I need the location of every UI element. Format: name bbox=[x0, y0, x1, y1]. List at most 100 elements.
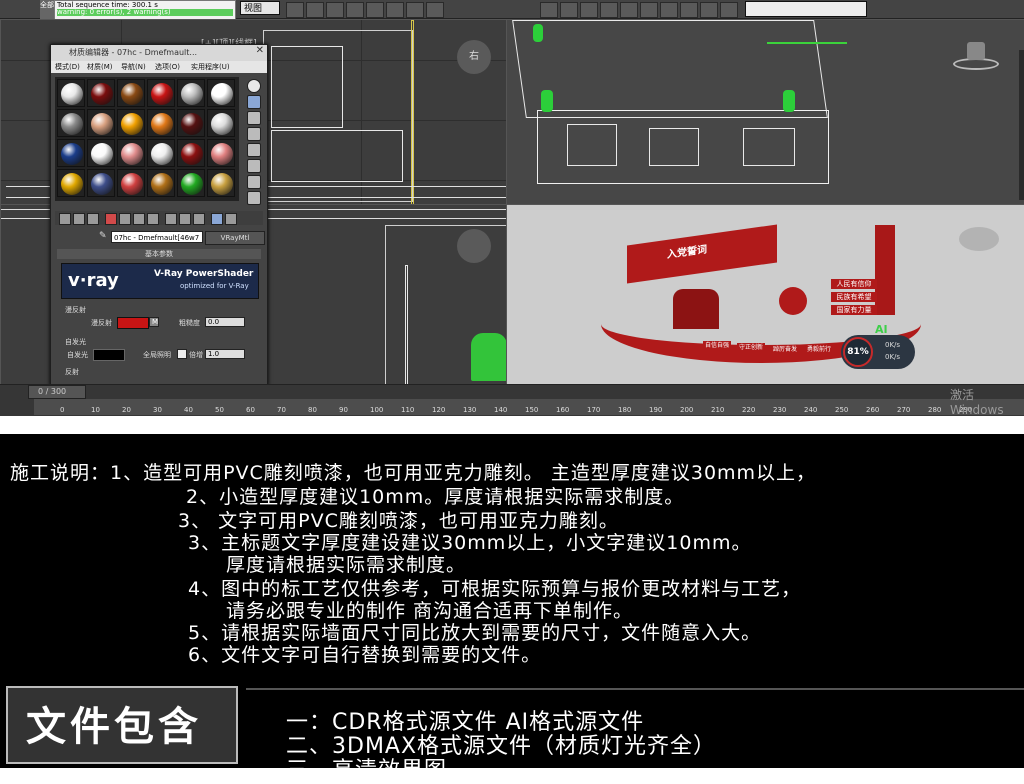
eyedropper-icon[interactable]: ✎ bbox=[99, 231, 109, 243]
menu-options[interactable]: 选项(O) bbox=[155, 62, 180, 72]
copy-icon[interactable] bbox=[119, 213, 131, 225]
roughness-input[interactable]: 0.0 bbox=[205, 317, 245, 327]
material-slot[interactable] bbox=[177, 169, 205, 197]
viewcube-front[interactable] bbox=[457, 229, 491, 263]
reference-coord-select[interactable]: 视图 bbox=[240, 1, 280, 15]
preview-icon[interactable] bbox=[247, 159, 261, 173]
roughness-label: 粗糙度 bbox=[179, 319, 200, 327]
material-slot[interactable] bbox=[87, 109, 115, 137]
viewcube-render[interactable] bbox=[959, 227, 999, 251]
viewcube-perspective[interactable] bbox=[953, 40, 999, 72]
material-slot[interactable] bbox=[57, 109, 85, 137]
net-speed-widget[interactable]: 81% 0K/s 0K/s bbox=[841, 335, 915, 369]
material-slot[interactable] bbox=[57, 79, 85, 107]
options-icon[interactable] bbox=[247, 175, 261, 189]
material-sphere bbox=[121, 113, 143, 135]
move-icon[interactable] bbox=[306, 2, 324, 18]
schematic-icon[interactable] bbox=[620, 2, 638, 18]
material-editor-title[interactable]: 材质编辑器 - 07hc - Dmefmault... bbox=[51, 45, 267, 61]
material-slot[interactable] bbox=[147, 79, 175, 107]
select-by-material-icon[interactable] bbox=[247, 191, 261, 205]
viewport-render[interactable]: 入党誓词 人民有信仰 民族有希望 国家有力量 自信自强 守正创新 踔厉奋发 勇毅… bbox=[506, 204, 1024, 386]
bind-icon[interactable] bbox=[386, 2, 404, 18]
pill-4: 勇毅前行 bbox=[805, 345, 833, 355]
material-slot[interactable] bbox=[207, 79, 235, 107]
material-slot[interactable] bbox=[147, 139, 175, 167]
material-slot[interactable] bbox=[117, 139, 145, 167]
uv-tiling-icon[interactable] bbox=[247, 127, 261, 141]
graph-icon[interactable] bbox=[600, 2, 618, 18]
material-slot[interactable] bbox=[147, 169, 175, 197]
material-name-field[interactable]: 07hc - Dmefmault[46w7 bbox=[111, 231, 203, 243]
backlight-icon[interactable] bbox=[247, 95, 261, 109]
material-slot[interactable] bbox=[177, 109, 205, 137]
self-illum-color-swatch[interactable] bbox=[93, 349, 125, 361]
time-slider-bar: 0 / 300 0 10 20 30 40 50 60 70 80 90 100 110 120 130 1… bbox=[0, 384, 1024, 416]
bind-icon-2[interactable] bbox=[406, 2, 424, 18]
material-slot[interactable] bbox=[87, 79, 115, 107]
diffuse-color-swatch[interactable] bbox=[117, 317, 149, 329]
render-setup-icon[interactable] bbox=[660, 2, 678, 18]
video-check-icon[interactable] bbox=[247, 143, 261, 157]
close-icon[interactable]: ✕ bbox=[256, 45, 264, 56]
material-slot[interactable] bbox=[207, 139, 235, 167]
get-material-icon[interactable] bbox=[59, 213, 71, 225]
material-slot[interactable] bbox=[117, 109, 145, 137]
gi-checkbox[interactable] bbox=[177, 349, 187, 359]
library-icon[interactable] bbox=[147, 213, 159, 225]
material-type-button[interactable]: VRayMtl bbox=[205, 231, 265, 245]
material-editor-window[interactable]: 材质编辑器 - 07hc - Dmefmault... ✕ 模式(D) 材质(M… bbox=[50, 44, 268, 386]
material-slot[interactable] bbox=[57, 139, 85, 167]
basic-params-rollout[interactable]: 基本参数 bbox=[57, 249, 261, 259]
tick-labels: 0 10 20 30 40 50 60 70 80 90 100 110 120 130 140 150 160… bbox=[0, 385, 1024, 416]
background-icon[interactable] bbox=[247, 111, 261, 125]
material-slot[interactable] bbox=[207, 109, 235, 137]
align-icon[interactable] bbox=[560, 2, 578, 18]
material-slot[interactable] bbox=[117, 79, 145, 107]
go-parent-icon[interactable] bbox=[211, 213, 223, 225]
teapot-icon[interactable] bbox=[720, 2, 738, 18]
link-icon[interactable] bbox=[346, 2, 364, 18]
material-slot[interactable] bbox=[177, 139, 205, 167]
render-frame-icon[interactable] bbox=[680, 2, 698, 18]
material-slot[interactable] bbox=[87, 139, 115, 167]
viewcube-left[interactable]: 右 bbox=[457, 40, 491, 74]
material-slot[interactable] bbox=[87, 169, 115, 197]
diffuse-map-button[interactable]: M bbox=[149, 317, 159, 327]
mirror-icon[interactable] bbox=[540, 2, 558, 18]
effects-channel-icon[interactable] bbox=[165, 213, 177, 225]
menu-mode[interactable]: 模式(D) bbox=[55, 62, 80, 72]
rotate-icon[interactable] bbox=[326, 2, 344, 18]
sample-type-icon[interactable] bbox=[247, 79, 261, 93]
select-icon[interactable] bbox=[286, 2, 304, 18]
material-slot[interactable] bbox=[177, 79, 205, 107]
render-icon[interactable] bbox=[700, 2, 718, 18]
named-selection-combo[interactable] bbox=[745, 1, 867, 17]
put-to-scene-icon[interactable] bbox=[73, 213, 85, 225]
material-editor-icon[interactable] bbox=[640, 2, 658, 18]
go-sibling-icon[interactable] bbox=[225, 213, 237, 225]
unique-icon[interactable] bbox=[133, 213, 145, 225]
show-map-icon[interactable] bbox=[179, 213, 191, 225]
reset-icon[interactable] bbox=[105, 213, 117, 225]
label-1: 人民有信仰 bbox=[831, 279, 877, 289]
material-slot[interactable] bbox=[207, 169, 235, 197]
layer-icon[interactable] bbox=[580, 2, 598, 18]
snap-icon[interactable] bbox=[426, 2, 444, 18]
material-slot[interactable] bbox=[57, 169, 85, 197]
assign-icon[interactable] bbox=[87, 213, 99, 225]
multiplier-input[interactable]: 1.0 bbox=[205, 349, 245, 359]
vray-subtitle: optimized for V-Ray bbox=[180, 282, 249, 290]
menu-navigation[interactable]: 导航(N) bbox=[121, 62, 146, 72]
menu-utilities[interactable]: 实用程序(U) bbox=[191, 62, 230, 72]
unlink-icon[interactable] bbox=[366, 2, 384, 18]
menu-material[interactable]: 材质(M) bbox=[87, 62, 113, 72]
timeline-tick-label: 90 bbox=[339, 406, 348, 414]
timeline-tick-label: 200 bbox=[680, 406, 694, 414]
diffuse-group-label: 漫反射 bbox=[65, 306, 86, 314]
show-end-icon[interactable] bbox=[193, 213, 205, 225]
material-slot[interactable] bbox=[147, 109, 175, 137]
viewport-perspective[interactable] bbox=[506, 19, 1024, 205]
material-slot[interactable] bbox=[117, 169, 145, 197]
timeline-tick-label: 170 bbox=[587, 406, 601, 414]
